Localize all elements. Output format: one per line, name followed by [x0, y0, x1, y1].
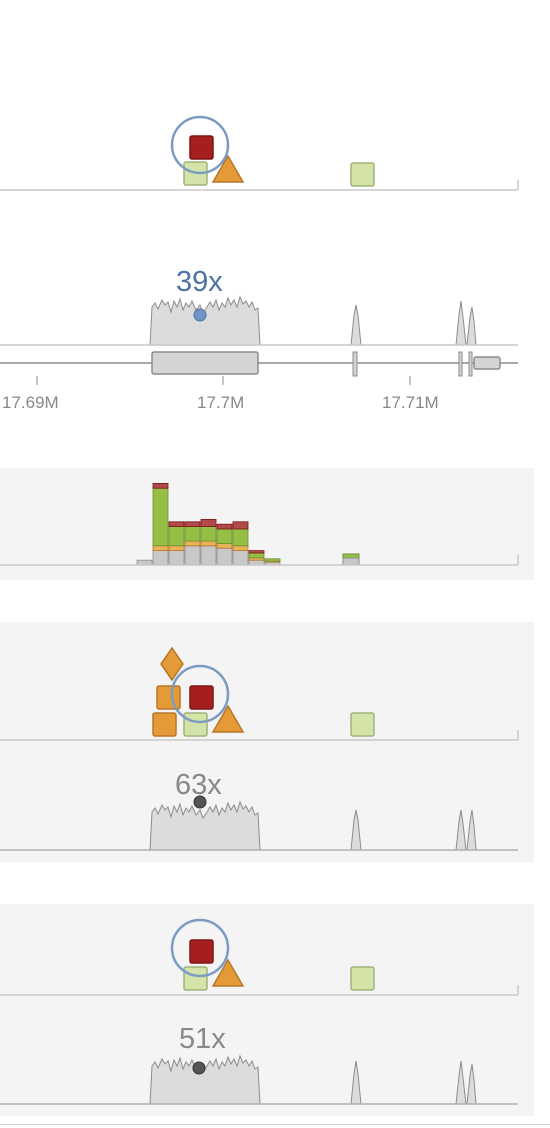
variant-uncertain-square[interactable] [183, 712, 208, 737]
coverage-area [149, 295, 261, 346]
histogram-bar-red[interactable] [248, 550, 265, 554]
histogram-bar-gray[interactable] [152, 550, 169, 566]
coverage-peak [466, 809, 477, 851]
histogram-bar-gray[interactable] [184, 545, 201, 566]
coverage-gene-track: 39x 17.69M 17.7M 17.71M [0, 255, 550, 420]
histogram-bar-green[interactable] [232, 528, 249, 547]
histogram-bar-red[interactable] [152, 482, 169, 489]
gene-exon[interactable] [468, 351, 473, 377]
variant-likely-pathogenic-triangle[interactable] [211, 154, 245, 183]
sample-panel-2-svg: 51x [0, 918, 519, 1105]
bottom-divider [0, 1124, 550, 1125]
variant-uncertain-square[interactable] [183, 966, 208, 991]
histogram-bar-gray[interactable] [232, 550, 249, 566]
coverage-depth-label: 51x [179, 1023, 226, 1055]
histogram-bar-green[interactable] [200, 526, 217, 542]
histogram-bar-green[interactable] [184, 526, 201, 542]
coverage-peak [350, 304, 362, 346]
variant-uncertain-square[interactable] [350, 162, 375, 187]
gene-exon[interactable] [352, 351, 358, 377]
variant-histogram-svg [0, 482, 519, 566]
histogram-bar-green[interactable] [248, 552, 265, 559]
histogram-bar-red[interactable] [232, 521, 249, 530]
histogram-bar-green[interactable] [264, 558, 281, 562]
coverage-peak [455, 809, 467, 851]
histogram-bar-red[interactable] [168, 521, 185, 527]
variant-pathogenic-square[interactable] [189, 685, 214, 710]
histogram-bar-small[interactable] [342, 553, 360, 559]
variant-uncertain-square[interactable] [350, 966, 375, 991]
histogram-bar-green[interactable] [168, 526, 185, 547]
variant-pathogenic-square[interactable] [189, 939, 214, 964]
histogram-bar-green[interactable] [216, 528, 233, 544]
coverage-depth-label: 39x [176, 266, 223, 298]
coverage-gene-svg: 39x 17.69M 17.7M 17.71M [0, 266, 518, 412]
histogram-bar-orange[interactable] [168, 545, 185, 552]
variant-uncertain-square[interactable] [350, 712, 375, 737]
histogram-bar-small[interactable] [342, 557, 360, 566]
coverage-peak [455, 1060, 467, 1105]
coverage-area [149, 800, 261, 851]
histogram-bar-orange[interactable] [184, 540, 201, 547]
variant-likely-pathogenic-square[interactable] [156, 685, 181, 710]
coverage-dot-icon[interactable] [193, 795, 207, 809]
histogram-bar-orange[interactable] [200, 540, 217, 547]
variant-likely-pathogenic-triangle[interactable] [211, 958, 245, 987]
axis-tick-label: 17.69M [2, 393, 59, 412]
histogram-bar-gray[interactable] [200, 545, 217, 566]
coverage-dot-icon[interactable] [193, 308, 207, 322]
coverage-peak [455, 300, 467, 346]
coverage-dot-icon[interactable] [192, 1061, 206, 1075]
variant-track-top [0, 100, 550, 200]
histogram-bar-red[interactable] [200, 519, 217, 528]
variant-histogram-panel [0, 468, 534, 580]
histogram-bar-orange[interactable] [216, 543, 233, 549]
gene-exon[interactable] [458, 351, 463, 377]
gene-exon[interactable] [151, 351, 259, 375]
histogram-bar-red[interactable] [184, 521, 201, 527]
coverage-peak [350, 809, 362, 851]
axis-tick-label: 17.71M [382, 393, 439, 412]
sample-panel-2: 51x [0, 904, 534, 1116]
histogram-bar-green[interactable] [152, 487, 169, 547]
histogram-bar-gray[interactable] [168, 550, 185, 566]
coverage-peak [466, 306, 477, 346]
variant-pathogenic-square[interactable] [189, 135, 214, 160]
coverage-peak [466, 1063, 477, 1105]
histogram-bar-orange[interactable] [232, 545, 249, 552]
variant-likely-pathogenic-triangle[interactable] [211, 704, 245, 733]
coverage-peak [350, 1060, 362, 1105]
axis-tick-label: 17.7M [197, 393, 244, 412]
histogram-bar-orange[interactable] [152, 545, 169, 552]
coverage-area [149, 1054, 261, 1105]
histogram-bar-gray[interactable] [216, 547, 233, 566]
variant-likely-pathogenic-square[interactable] [152, 712, 177, 737]
sample-panel-1: 63x [0, 622, 534, 862]
gene-utr[interactable] [473, 356, 501, 370]
variant-track-top-svg [0, 115, 519, 191]
histogram-bar-red[interactable] [216, 523, 233, 530]
sample-panel-1-svg: 63x [0, 646, 519, 851]
